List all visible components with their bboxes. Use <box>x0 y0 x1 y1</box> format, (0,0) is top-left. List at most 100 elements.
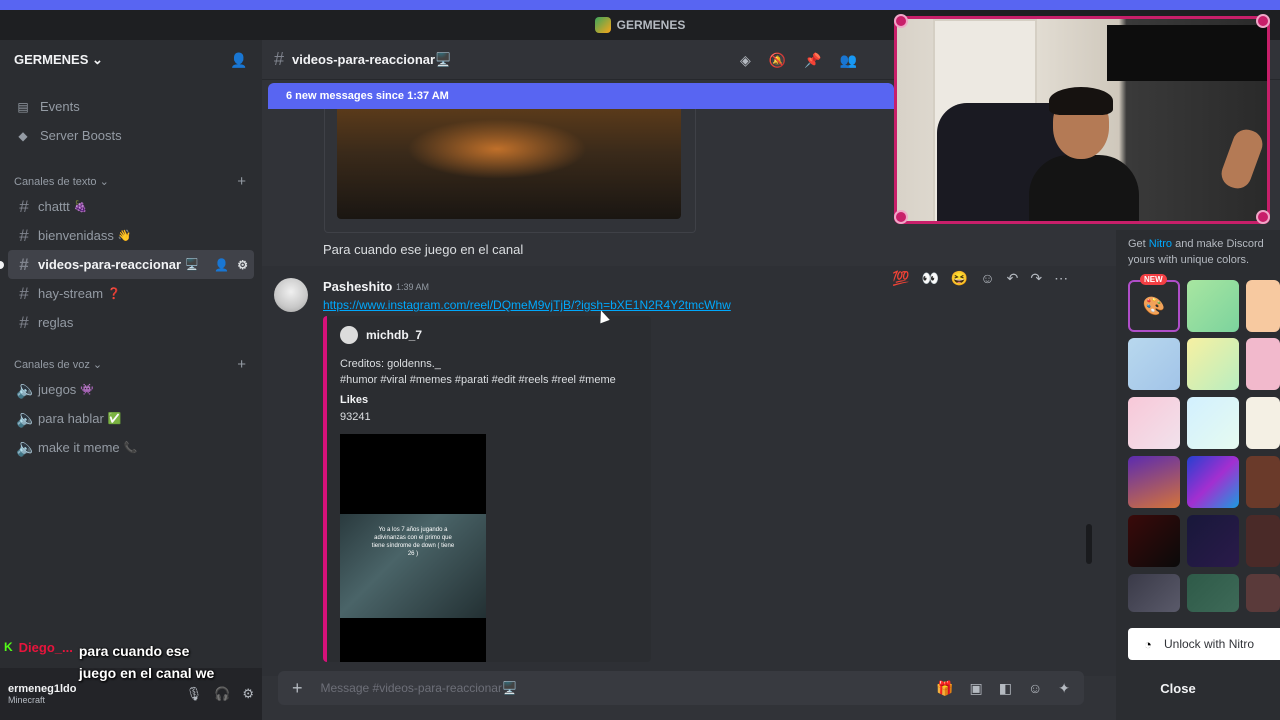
speaker-icon: 🔈 <box>16 379 38 399</box>
gif-icon[interactable]: ▣ <box>970 680 983 697</box>
channel-videos-para-reaccionar[interactable]: # videos-para-reaccionar 🖥️ 👤 ⚙ <box>0 250 254 279</box>
hash-icon: # <box>274 49 285 69</box>
server-icon <box>594 17 611 33</box>
channel-bienvenidass[interactable]: # bienvenidass 👋 <box>8 221 254 250</box>
unlock-with-nitro-button[interactable]: Unlock with Nitro <box>1128 628 1280 660</box>
embed-author-avatar <box>340 326 358 344</box>
add-member-icon[interactable]: 👤 <box>230 51 248 69</box>
add-reaction-icon[interactable]: ☺ <box>980 270 994 286</box>
gift-icon[interactable]: 🎁 <box>936 680 953 697</box>
reaction-laugh-icon[interactable]: 😆 <box>951 270 968 287</box>
theme-swatch[interactable] <box>1128 456 1180 508</box>
embed-author[interactable]: michdb_7 <box>340 326 422 344</box>
notifications-muted-icon[interactable]: 🔕 <box>769 52 786 69</box>
instagram-embed: michdb_7 Creditos: goldenns._ #humor #vi… <box>323 316 651 662</box>
voice-channel-make-it-meme[interactable]: 🔈 make it meme 📞 <box>8 433 254 462</box>
hash-icon: # <box>19 312 29 332</box>
speaker-icon: 🔈 <box>16 408 38 428</box>
theme-swatch[interactable] <box>1246 574 1280 612</box>
theme-swatch[interactable] <box>1128 515 1180 567</box>
previous-embed-image[interactable] <box>337 109 681 219</box>
embed-video[interactable]: Yo a los 7 años jugando a adivinanzas co… <box>340 434 486 662</box>
channel-chattt[interactable]: # chattt 🍇 <box>8 192 254 221</box>
category-voice-channels[interactable]: Canales de voz ⌄ + <box>0 353 262 375</box>
message-timestamp: 1:39 AM <box>396 282 430 292</box>
events-link[interactable]: ▤ Events <box>0 92 262 121</box>
chat-username: Diego_... <box>18 640 73 655</box>
category-text-channels[interactable]: Canales de texto ⌄ + <box>0 170 262 192</box>
more-icon[interactable]: ⋯ <box>1054 270 1068 287</box>
create-channel-icon[interactable]: + <box>237 173 246 190</box>
unread-indicator <box>0 260 4 269</box>
create-channel-icon[interactable]: + <box>237 356 246 373</box>
theme-swatch[interactable] <box>1246 397 1280 449</box>
upload-plus-icon[interactable]: + <box>292 678 303 699</box>
message-link[interactable]: https://www.instagram.com/reel/DQmeM9vjT… <box>323 298 731 312</box>
members-icon[interactable]: 👥 <box>840 52 857 69</box>
scrollbar[interactable] <box>1086 524 1092 564</box>
theme-swatch[interactable] <box>1128 574 1180 612</box>
theme-swatch[interactable] <box>1187 456 1239 508</box>
gear-icon[interactable]: ⚙ <box>237 258 248 272</box>
theme-swatch[interactable] <box>1187 338 1239 390</box>
hash-icon: # <box>19 196 29 216</box>
message-text: Para cuando ese juego en el canal <box>323 242 524 257</box>
webcam-corner-ornament <box>1256 14 1270 28</box>
window-title: GERMENES <box>616 18 686 32</box>
server-header[interactable]: GERMENES ⌄ 👤 <box>0 40 262 80</box>
embed-description: Creditos: goldenns._ #humor #viral #meme… <box>340 358 616 386</box>
emoji-icon[interactable]: ☺ <box>1028 680 1042 697</box>
theme-swatch[interactable] <box>1187 280 1239 332</box>
theme-swatch[interactable] <box>1246 338 1280 390</box>
channel-hay-stream[interactable]: # hay-stream ❓ <box>8 279 254 308</box>
tv-screen <box>1107 25 1267 81</box>
theme-swatch[interactable] <box>1128 397 1180 449</box>
theme-swatch-custom[interactable]: 🎨 <box>1128 280 1180 332</box>
reaction-heart-icon[interactable]: 💯 <box>892 270 909 287</box>
embed-field-value: 93241 <box>340 411 371 423</box>
server-name: GERMENES <box>14 52 89 67</box>
new-messages-banner[interactable]: 6 new messages since 1:37 AM <box>268 83 894 109</box>
theme-swatch[interactable] <box>1246 515 1280 567</box>
message-input[interactable]: Message #videos-para-reaccionar🖥️ <box>321 681 517 695</box>
theme-swatch[interactable] <box>1187 397 1239 449</box>
invite-icon[interactable]: 👤 <box>214 258 229 272</box>
voice-channel-para-hablar[interactable]: 🔈 para hablar ✅ <box>8 404 254 433</box>
calendar-icon: ▤ <box>17 99 29 114</box>
channel-reglas[interactable]: # reglas <box>8 308 254 337</box>
username: ermeneg1ldo <box>8 683 77 695</box>
sticker-icon[interactable]: ◧ <box>999 680 1012 697</box>
theme-swatch[interactable] <box>1187 515 1239 567</box>
nitro-promo: Get Nitro and make Discord yours with un… <box>1128 238 1264 266</box>
mute-icon[interactable]: 🎙 <box>186 686 203 702</box>
reply-icon[interactable]: ↶ <box>1007 270 1019 287</box>
webcam-corner-ornament <box>894 14 908 28</box>
pin-icon[interactable]: 📌 <box>804 52 821 69</box>
avatar[interactable] <box>274 278 308 312</box>
message-author[interactable]: Pasheshito <box>323 279 392 294</box>
theme-swatch[interactable] <box>1128 338 1180 390</box>
theme-swatch[interactable] <box>1187 574 1239 612</box>
server-boosts-link[interactable]: ◆ Server Boosts <box>0 121 262 150</box>
theme-swatch[interactable] <box>1246 280 1280 332</box>
apps-icon[interactable]: ✦ <box>1058 680 1070 697</box>
top-accent-strip <box>0 0 1280 10</box>
streamer <box>1029 87 1139 221</box>
hash-icon: # <box>19 254 29 274</box>
theme-swatch[interactable] <box>1246 456 1280 508</box>
embed-field-name: Likes <box>340 394 369 406</box>
reaction-eyes-icon[interactable]: 👀 <box>921 270 938 287</box>
close-button[interactable]: Close <box>1128 674 1280 704</box>
message-actions: 💯 👀 😆 ☺ ↶ ↷ ⋯ <box>892 266 1068 290</box>
forward-icon[interactable]: ↷ <box>1030 270 1042 287</box>
header-toolbar: ◈ 🔕 📌 👥 <box>740 52 857 69</box>
voice-channel-juegos[interactable]: 🔈 juegos 👾 <box>8 375 254 404</box>
threads-icon[interactable]: ◈ <box>740 52 751 69</box>
headphones-icon[interactable]: 🎧 <box>214 686 230 702</box>
stream-chat-overlay: K Diego_... para cuando ese juego en el … <box>4 640 244 684</box>
chevron-down-icon: ⌄ <box>92 52 103 67</box>
gear-icon[interactable]: ⚙ <box>242 686 254 702</box>
chat-message: para cuando ese juego en el canal we <box>78 643 215 681</box>
webcam-corner-ornament <box>1256 210 1270 224</box>
hash-icon: # <box>19 283 29 303</box>
